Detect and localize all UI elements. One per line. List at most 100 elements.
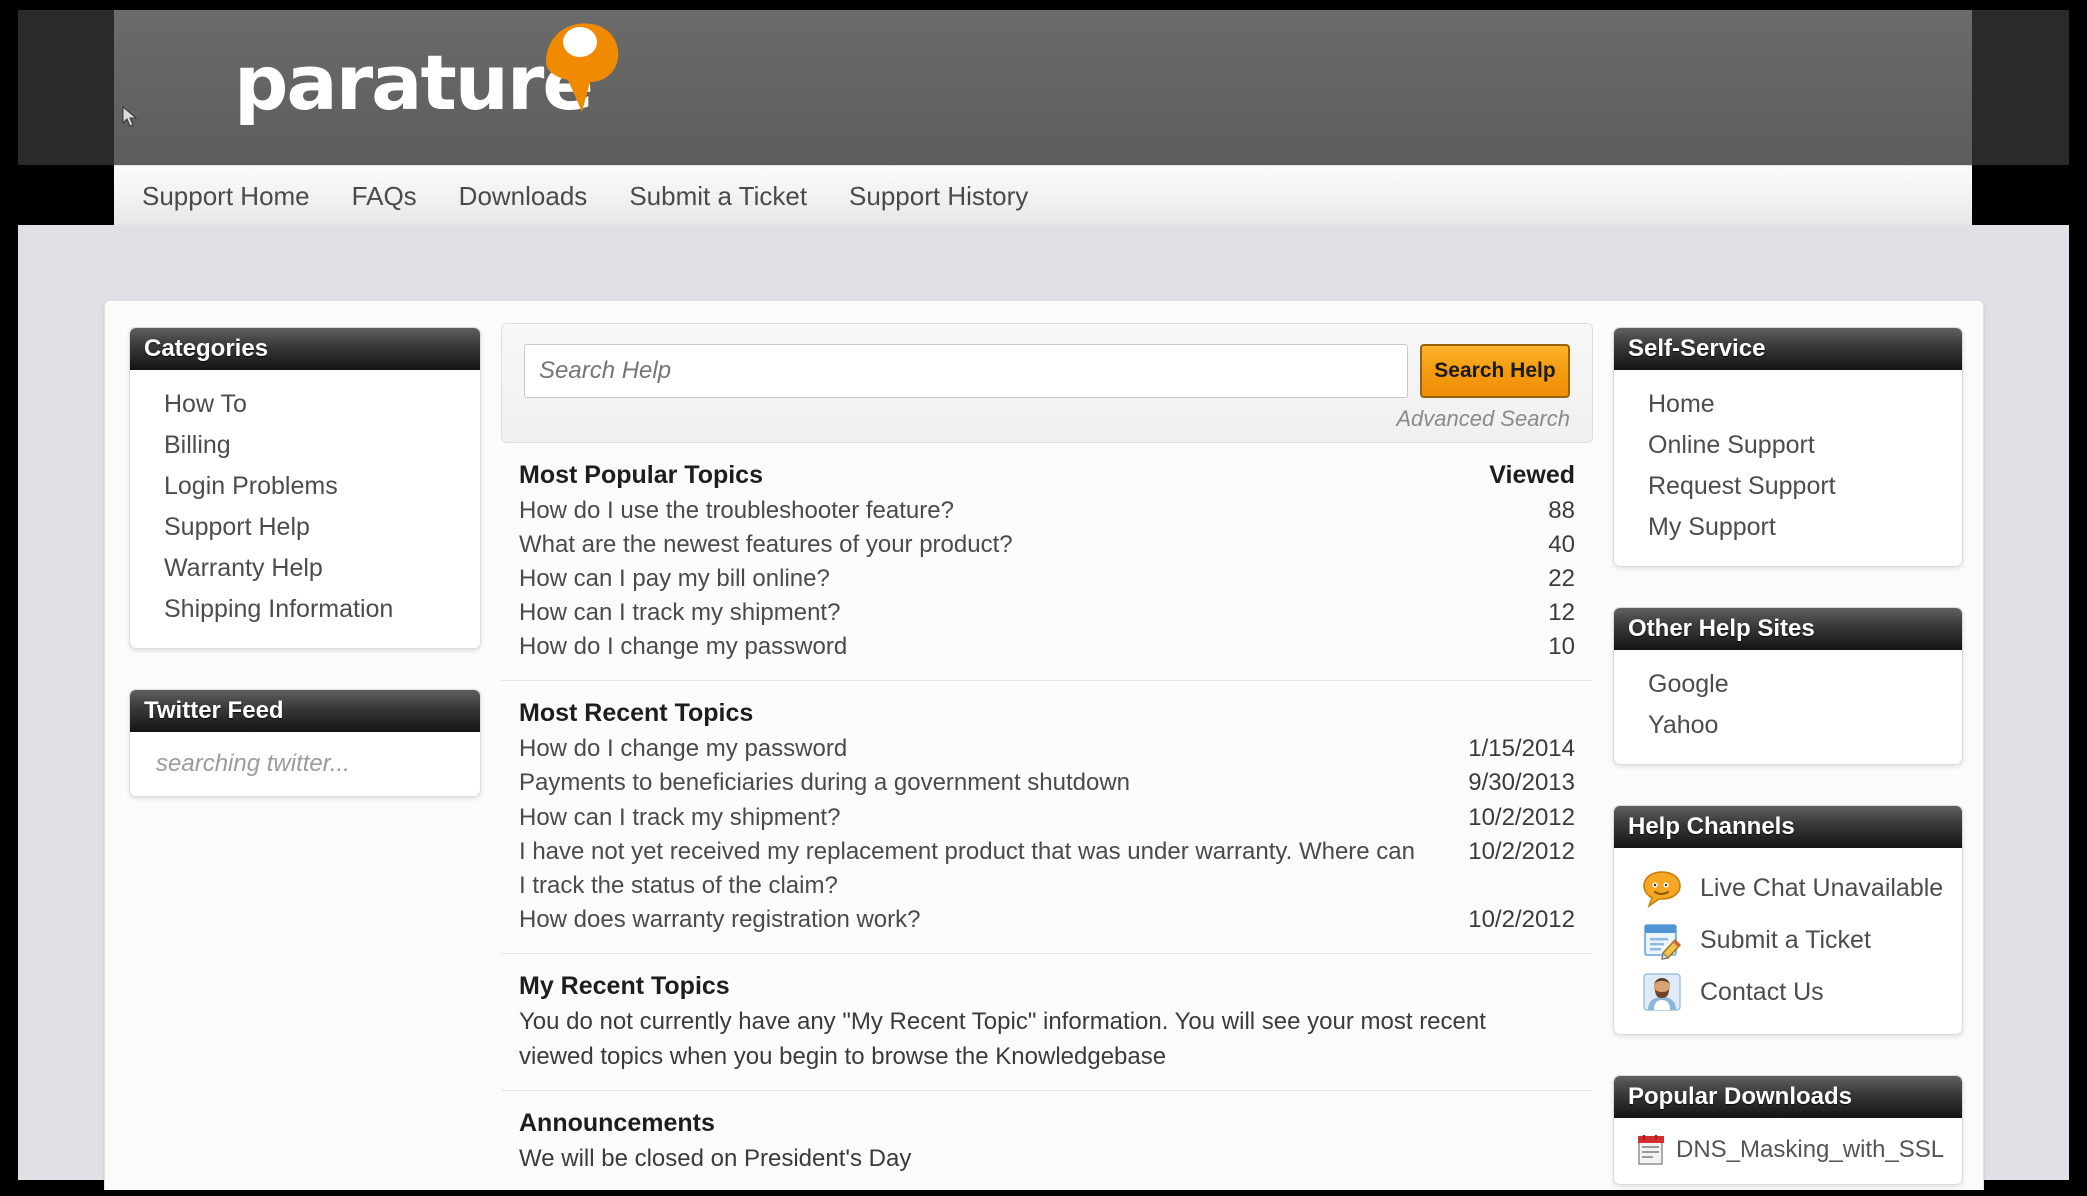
other-help-sites-panel: Other Help Sites Google Yahoo: [1613, 607, 1963, 765]
table-row[interactable]: How can I track my shipment? 10/2/2012: [519, 801, 1575, 835]
help-channel-label: Submit a Ticket: [1700, 925, 1871, 954]
topic-viewed-count: 40: [1548, 531, 1575, 559]
help-channel-contact-us[interactable]: Contact Us: [1614, 966, 1962, 1018]
topic-title[interactable]: What are the newest features of your pro…: [519, 528, 1013, 562]
help-channels-panel: Help Channels Live Chat Unavailable Subm…: [1613, 805, 1963, 1035]
topic-date: 10/2/2012: [1468, 837, 1575, 865]
topic-title[interactable]: How can I track my shipment?: [519, 801, 840, 835]
self-service-item-request-support[interactable]: Request Support: [1614, 466, 1962, 507]
twitter-feed-status: searching twitter...: [156, 750, 350, 777]
page-body: Categories How To Billing Login Problems…: [18, 225, 2069, 1190]
category-item-shipping-information[interactable]: Shipping Information: [130, 589, 480, 630]
table-row[interactable]: How can I pay my bill online? 22: [519, 562, 1575, 596]
category-item-warranty-help[interactable]: Warranty Help: [130, 548, 480, 589]
nav-item-faqs[interactable]: FAQs: [348, 179, 421, 214]
table-row[interactable]: How does warranty registration work? 10/…: [519, 903, 1575, 937]
most-recent-topics-section: Most Recent Topics How do I change my pa…: [501, 699, 1593, 954]
help-channels-panel-title: Help Channels: [1628, 813, 1795, 840]
topic-title[interactable]: I have not yet received my replacement p…: [519, 835, 1419, 903]
my-recent-topics-empty-message: You do not currently have any "My Recent…: [519, 1007, 1486, 1070]
brand-logo[interactable]: parature: [234, 23, 619, 138]
search-help-button[interactable]: Search Help: [1420, 344, 1570, 398]
help-channels-panel-header: Help Channels: [1614, 806, 1962, 848]
topic-date: 9/30/2013: [1468, 769, 1575, 797]
popular-downloads-panel: Popular Downloads DNS_Masking_with_SSL: [1613, 1075, 1963, 1185]
table-row[interactable]: What are the newest features of your pro…: [519, 528, 1575, 562]
site-header-inner: parature: [114, 10, 1972, 165]
table-row[interactable]: How do I use the troubleshooter feature?…: [519, 494, 1575, 528]
announcements-section: Announcements We will be closed on Presi…: [501, 1109, 1593, 1193]
self-service-item-online-support[interactable]: Online Support: [1614, 425, 1962, 466]
help-channel-live-chat[interactable]: Live Chat Unavailable: [1614, 862, 1962, 914]
topic-viewed-count: 10: [1548, 633, 1575, 661]
self-service-item-my-support[interactable]: My Support: [1614, 507, 1962, 548]
topic-title[interactable]: How can I pay my bill online?: [519, 562, 830, 596]
nav-list: Support Home FAQs Downloads Submit a Tic…: [138, 166, 1032, 226]
popular-downloads-panel-title: Popular Downloads: [1628, 1083, 1853, 1110]
left-sidebar: Categories How To Billing Login Problems…: [129, 327, 481, 797]
browser-frame: parature Support Home FAQs Downloads Sub…: [0, 0, 2087, 1196]
twitter-feed-panel-header: Twitter Feed: [130, 690, 480, 732]
topic-title[interactable]: How does warranty registration work?: [519, 903, 921, 937]
most-popular-topics-title: Most Popular Topics: [519, 461, 763, 489]
chat-bubble-icon: [1643, 871, 1681, 908]
topic-title[interactable]: How do I change my password: [519, 732, 847, 766]
other-help-sites-panel-title: Other Help Sites: [1628, 615, 1815, 642]
help-channels-list: Live Chat Unavailable Submit a Ticket Co…: [1614, 848, 1962, 1034]
category-item-login-problems[interactable]: Login Problems: [130, 466, 480, 507]
nav-item-submit-a-ticket[interactable]: Submit a Ticket: [625, 179, 811, 214]
category-item-how-to[interactable]: How To: [130, 384, 480, 425]
topic-viewed-count: 22: [1548, 565, 1575, 593]
table-row[interactable]: How do I change my password 10: [519, 630, 1575, 664]
self-service-item-home[interactable]: Home: [1614, 384, 1962, 425]
nav-item-support-history[interactable]: Support History: [845, 179, 1032, 214]
main-navigation-inner: Support Home FAQs Downloads Submit a Tic…: [114, 165, 1972, 225]
my-recent-topics-section: My Recent Topics You do not currently ha…: [501, 972, 1593, 1092]
help-channel-label: Live Chat Unavailable: [1700, 873, 1944, 902]
download-item-dns-masking-with-ssl[interactable]: DNS_Masking_with_SSL: [1614, 1130, 1962, 1170]
topic-date: 1/15/2014: [1468, 735, 1575, 763]
my-recent-topics-title: My Recent Topics: [519, 971, 730, 1000]
twitter-feed-panel: Twitter Feed searching twitter...: [129, 689, 481, 797]
topic-title[interactable]: How do I use the troubleshooter feature?: [519, 494, 954, 528]
categories-panel: Categories How To Billing Login Problems…: [129, 327, 481, 649]
search-input[interactable]: [524, 344, 1408, 398]
table-row[interactable]: How can I track my shipment? 12: [519, 596, 1575, 630]
topic-date: 10/2/2012: [1468, 905, 1575, 933]
popular-downloads-list: DNS_Masking_with_SSL: [1614, 1118, 1962, 1184]
table-row[interactable]: Payments to beneficiaries during a gover…: [519, 766, 1575, 800]
self-service-list: Home Online Support Request Support My S…: [1614, 370, 1962, 566]
mouse-cursor-icon: [122, 106, 138, 127]
form-pencil-icon: [1644, 924, 1681, 960]
other-help-site-yahoo[interactable]: Yahoo: [1614, 705, 1962, 746]
twitter-feed-panel-title: Twitter Feed: [144, 697, 284, 724]
category-item-support-help[interactable]: Support Help: [130, 507, 480, 548]
other-help-sites-panel-header: Other Help Sites: [1614, 608, 1962, 650]
table-row[interactable]: I have not yet received my replacement p…: [519, 835, 1575, 903]
topic-title[interactable]: How do I change my password: [519, 630, 847, 664]
self-service-panel-title: Self-Service: [1628, 335, 1766, 362]
search-panel: Search Help Advanced Search: [501, 323, 1593, 443]
table-row[interactable]: How do I change my password 1/15/2014: [519, 732, 1575, 766]
category-item-billing[interactable]: Billing: [130, 425, 480, 466]
content-card: Categories How To Billing Login Problems…: [104, 300, 1984, 1190]
topic-title[interactable]: How can I track my shipment?: [519, 596, 840, 630]
main-content: Search Help Advanced Search Most Popular…: [501, 323, 1593, 1193]
topic-viewed-count: 88: [1548, 497, 1575, 524]
site-header: parature: [18, 10, 2069, 165]
topic-title[interactable]: Payments to beneficiaries during a gover…: [519, 766, 1130, 800]
self-service-panel: Self-Service Home Online Support Request…: [1613, 327, 1963, 567]
nav-item-support-home[interactable]: Support Home: [138, 179, 314, 214]
advanced-search-link[interactable]: Advanced Search: [524, 406, 1570, 432]
pdf-icon: [1638, 1135, 1664, 1165]
other-help-site-google[interactable]: Google: [1614, 664, 1962, 705]
parature-swoosh-icon: [546, 23, 619, 112]
nav-item-downloads[interactable]: Downloads: [455, 179, 592, 214]
most-recent-topics-title: Most Recent Topics: [519, 699, 754, 728]
person-icon: [1643, 973, 1681, 1011]
categories-panel-header: Categories: [130, 328, 480, 370]
announcements-title: Announcements: [519, 1109, 715, 1138]
download-item-label: DNS_Masking_with_SSL: [1676, 1136, 1945, 1163]
twitter-feed-body: searching twitter...: [130, 732, 480, 796]
help-channel-submit-ticket[interactable]: Submit a Ticket: [1614, 914, 1962, 966]
